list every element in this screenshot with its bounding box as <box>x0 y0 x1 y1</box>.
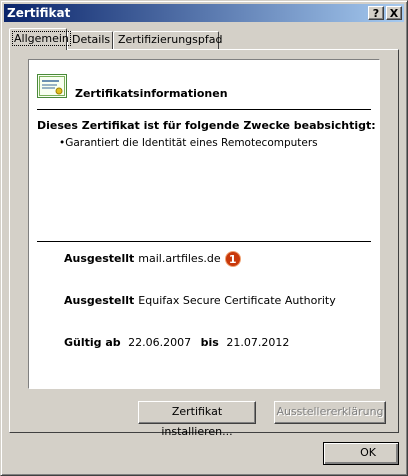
valid-to-value: 21.07.2012 <box>226 336 290 349</box>
title-bar[interactable]: Zertifikat ? X <box>4 4 404 22</box>
certificate-dialog: Zertifikat ? X Allgemein Details Zertifi… <box>0 0 408 476</box>
valid-to-label: bis <box>200 336 219 349</box>
help-button[interactable]: ? <box>368 6 384 20</box>
purpose-title: Dieses Zertifikat ist für folgende Zweck… <box>37 119 376 132</box>
install-certificate-button[interactable]: Zertifikat installieren... <box>138 401 256 438</box>
window-title: Zertifikat <box>7 6 71 20</box>
issued-by-value: Equifax Secure Certificate Authority <box>138 294 336 307</box>
tab-allgemein-label: Allgemein <box>12 31 71 46</box>
issued-to-label: Ausgestellt <box>64 252 135 265</box>
ok-label: OK <box>360 446 376 459</box>
tab-details-label: Details <box>72 33 111 46</box>
validity-row: Gültig ab 22.06.2007 bis 21.07.2012 <box>64 336 289 349</box>
tab-allgemein[interactable]: Allgemein <box>9 28 71 50</box>
close-button[interactable]: X <box>386 6 402 20</box>
valid-from-label: Gültig ab <box>64 336 121 349</box>
certificate-heading: Zertifikatsinformationen <box>75 87 228 100</box>
details-divider <box>37 241 371 242</box>
issued-by-label: Ausgestellt <box>64 294 135 307</box>
ok-button[interactable]: OK <box>323 442 399 465</box>
tab-details[interactable]: Details <box>67 31 113 49</box>
valid-from-value: 22.06.2007 <box>128 336 192 349</box>
issued-to-value: mail.artfiles.de <box>138 252 221 265</box>
issued-by-row: Ausgestellt Equifax Secure Certificate Au… <box>64 294 336 307</box>
issued-to-row: Ausgestellt mail.artfiles.de 1 <box>64 251 241 267</box>
callout-badge-1: 1 <box>224 251 241 267</box>
heading-divider <box>37 109 371 110</box>
issuer-statement-button[interactable]: Ausstellererklärung <box>274 401 386 424</box>
tab-zertifizierungspfad-label: Zertifizierungspfad <box>118 33 223 46</box>
certificate-icon <box>37 74 67 98</box>
purpose-item: •Garantiert die Identität eines Remoteco… <box>59 137 318 149</box>
certificate-info-box: Zertifikatsinformationen Dieses Zertifik… <box>28 59 380 389</box>
tab-zertifizierungspfad[interactable]: Zertifizierungspfad <box>113 31 222 49</box>
